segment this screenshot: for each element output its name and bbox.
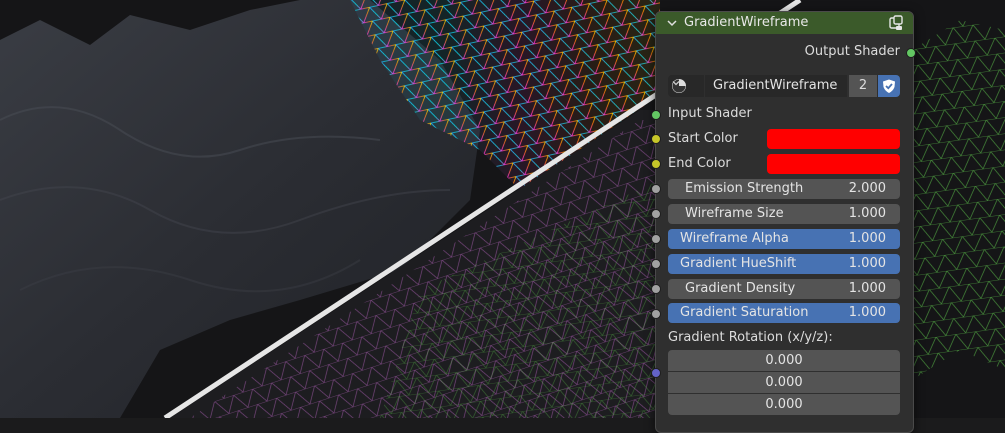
gradient-wireframe-node[interactable]: GradientWireframe Output Shader Gradient… <box>651 11 916 433</box>
gradient-density-field[interactable]: Gradient Density 1.000 <box>668 279 900 299</box>
node-preview-icon[interactable] <box>888 15 904 31</box>
start-color-label: Start Color <box>668 131 738 146</box>
start-color-socket[interactable] <box>651 134 661 144</box>
gradient-rotation-label: Gradient Rotation (x/y/z): <box>668 330 833 345</box>
node-header[interactable]: GradientWireframe <box>656 12 913 34</box>
gradient-hueshift-socket[interactable] <box>651 259 661 269</box>
rotation-x-field[interactable]: 0.000 <box>668 350 900 371</box>
field-label: Emission Strength <box>685 181 804 196</box>
fake-user-button[interactable] <box>878 75 900 97</box>
node-title: GradientWireframe <box>684 15 809 30</box>
field-label: Gradient Saturation <box>680 305 809 320</box>
node-group-selector[interactable]: GradientWireframe 2 <box>668 75 900 97</box>
gradient-rotation-socket[interactable] <box>651 368 661 378</box>
input-shader-socket[interactable] <box>651 110 661 120</box>
emission-strength-field[interactable]: Emission Strength 2.000 <box>668 179 900 199</box>
wireframe-size-field[interactable]: Wireframe Size 1.000 <box>668 204 900 224</box>
output-shader-socket[interactable] <box>906 48 916 58</box>
start-color-swatch[interactable] <box>767 129 900 149</box>
gradient-saturation-socket[interactable] <box>651 309 661 319</box>
gradient-hueshift-field[interactable]: Gradient HueShift 1.000 <box>668 254 900 274</box>
field-label: Gradient HueShift <box>680 256 797 271</box>
wireframe-alpha-socket[interactable] <box>651 234 661 244</box>
gradient-density-socket[interactable] <box>651 284 661 294</box>
end-color-swatch[interactable] <box>767 154 900 174</box>
field-value: 1.000 <box>848 231 886 246</box>
end-color-label: End Color <box>668 156 731 171</box>
field-value: 1.000 <box>848 256 886 271</box>
fake-user-shield-icon <box>883 79 895 93</box>
wireframe-alpha-field[interactable]: Wireframe Alpha 1.000 <box>668 229 900 249</box>
user-count-button[interactable]: 2 <box>849 75 877 97</box>
emission-strength-socket[interactable] <box>651 184 661 194</box>
field-value: 2.000 <box>848 181 886 196</box>
rotation-z-field[interactable]: 0.000 <box>668 394 900 415</box>
rotation-y-field[interactable]: 0.000 <box>668 372 900 393</box>
field-value: 1.000 <box>848 206 886 221</box>
node-group-name-field[interactable]: GradientWireframe <box>705 75 847 97</box>
chevron-down-icon[interactable] <box>666 17 678 29</box>
end-color-socket[interactable] <box>651 159 661 169</box>
field-label: Wireframe Size <box>685 206 784 221</box>
material-type-dropdown[interactable] <box>668 75 704 97</box>
output-shader-label: Output Shader <box>804 44 900 59</box>
wireframe-size-socket[interactable] <box>651 209 661 219</box>
field-label: Wireframe Alpha <box>680 231 789 246</box>
input-shader-label: Input Shader <box>668 106 752 121</box>
field-value: 1.000 <box>848 281 886 296</box>
chevron-down-icon <box>672 81 680 86</box>
field-label: Gradient Density <box>685 281 796 296</box>
gradient-saturation-field[interactable]: Gradient Saturation 1.000 <box>668 303 900 323</box>
field-value: 1.000 <box>848 305 886 320</box>
